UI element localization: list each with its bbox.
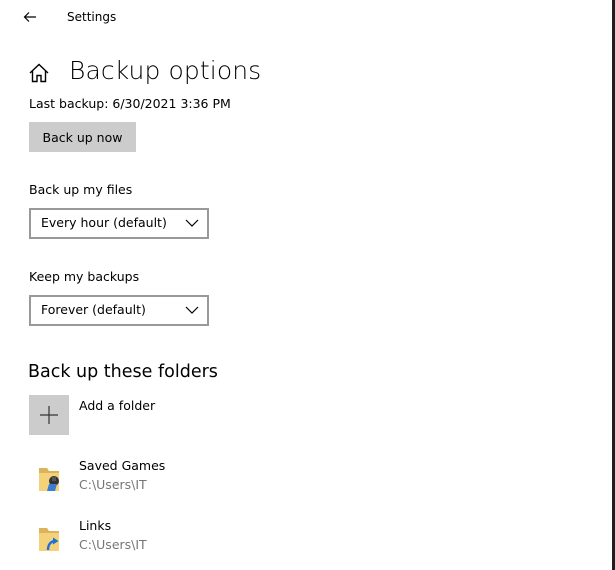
chevron-down-icon (185, 219, 199, 227)
saved-games-folder-icon (39, 468, 59, 491)
folders-section-title: Back up these folders (28, 362, 218, 382)
keep-backups-dropdown[interactable]: Forever (default) (29, 295, 209, 326)
back-arrow-icon (23, 12, 36, 22)
backup-frequency-dropdown[interactable]: Every hour (default) (29, 208, 209, 239)
settings-window: Settings Backup options Last backup: 6/3… (0, 0, 615, 570)
home-icon (29, 63, 49, 83)
backup-frequency-label: Back up my files (29, 182, 133, 197)
plus-icon (40, 406, 58, 424)
title-bar: Settings (0, 0, 612, 36)
chevron-down-icon (185, 306, 199, 314)
links-folder-icon (39, 528, 59, 551)
page-title: Backup options (69, 56, 262, 85)
add-folder-button[interactable] (29, 395, 69, 435)
add-folder-label[interactable]: Add a folder (79, 398, 155, 413)
folder-item-links[interactable]: Links C:\Users\IT (29, 518, 229, 562)
back-button[interactable] (16, 3, 44, 31)
folder-path: C:\Users\IT (79, 477, 147, 492)
last-backup-status: Last backup: 6/30/2021 3:36 PM (29, 96, 231, 111)
folder-item-saved-games[interactable]: Saved Games C:\Users\IT (29, 458, 229, 502)
folder-name: Saved Games (79, 458, 166, 473)
backup-frequency-value: Every hour (default) (41, 215, 167, 230)
window-title: Settings (67, 10, 117, 24)
keep-backups-value: Forever (default) (41, 302, 146, 317)
back-up-now-button[interactable]: Back up now (29, 122, 136, 152)
folder-path: C:\Users\IT (79, 537, 147, 552)
keep-backups-label: Keep my backups (29, 269, 140, 284)
folder-name: Links (79, 518, 112, 533)
